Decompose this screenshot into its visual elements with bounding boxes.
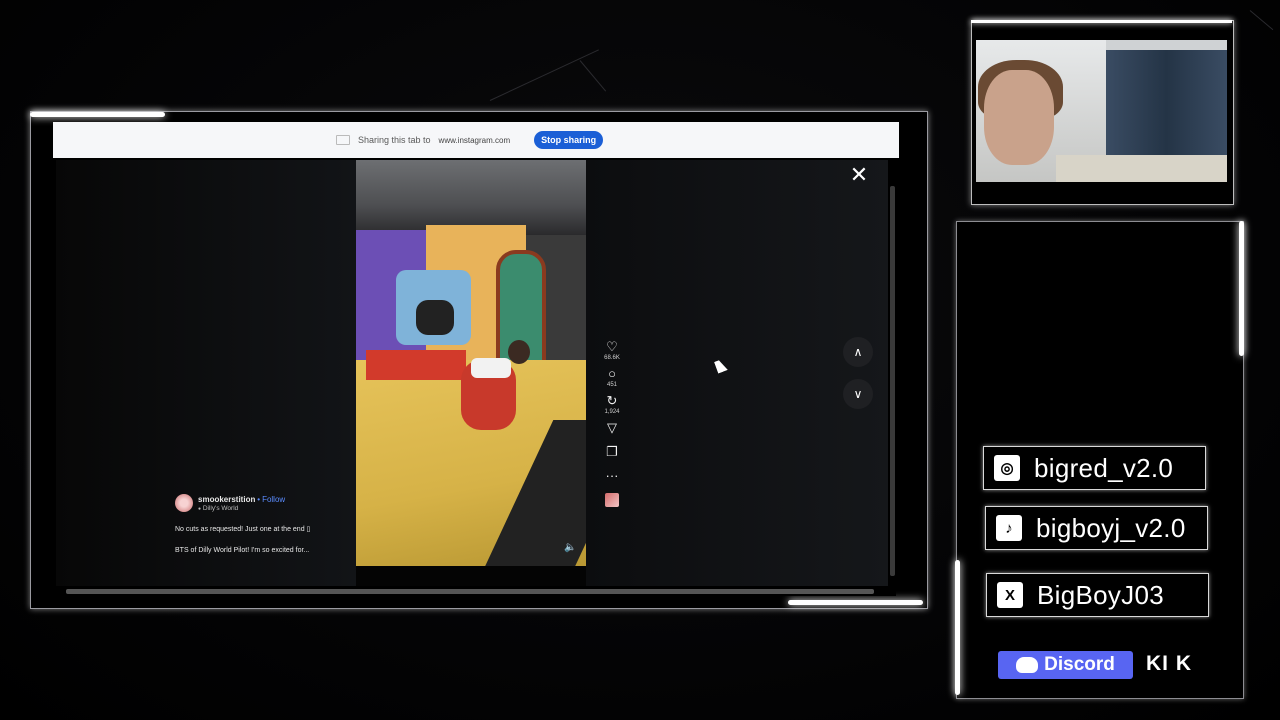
follow-button[interactable]: Follow [262,495,285,504]
background-line [489,49,599,101]
bookmark-icon[interactable]: ❐ [606,445,618,459]
background-line [579,60,607,92]
discord-label: Discord [1044,654,1115,675]
background-line [1249,10,1274,31]
previous-post-button[interactable]: ∧ [843,337,873,367]
video-set-prop [366,350,466,380]
heart-icon[interactable]: ♡ [606,340,618,354]
chevron-down-icon: ∨ [853,387,863,401]
post-meta: smookerstition • Follow ● Dilly's World … [175,494,350,561]
close-icon[interactable]: ✕ [848,164,870,186]
frame-glow-accent [30,112,165,117]
location-pin-icon: ● [198,505,202,512]
screen-share-icon [336,135,350,145]
audio-avatar[interactable] [605,493,619,507]
social-handle: bigboyj_v2.0 [1036,512,1186,543]
mute-icon[interactable]: 🔈 [564,542,576,553]
horizontal-scrollbar[interactable] [66,589,874,594]
repost-icon[interactable]: ↻ [607,394,618,408]
x-icon: X [997,582,1023,608]
tab-sharing-bar: Sharing this tab to www.instagram.com St… [53,122,899,158]
caption-line: No cuts as requested! Just one at the en… [175,526,311,533]
webcam-desk [1056,155,1227,182]
comment-count: 451 [606,382,617,388]
sharing-url: www.instagram.com [438,135,511,145]
video-set-prop [416,300,454,335]
frame-glow-accent [955,560,960,695]
sharing-text: Sharing this tab to [358,135,431,145]
separator-dot: • [257,494,261,504]
kik-logo: KI K [1146,652,1192,675]
more-options-icon[interactable]: ··· [606,469,619,483]
discord-badge: Discord [998,651,1133,679]
instagram-icon: ◎ [994,455,1020,481]
video-person [508,340,530,364]
stop-sharing-button[interactable]: Stop sharing [534,131,604,149]
right-backdrop [586,160,889,586]
webcam-person [984,70,1054,165]
video-ceiling [356,160,586,235]
reel-video[interactable]: 🔈 [356,160,586,566]
tiktok-handle: ♪ bigboyj_v2.0 [985,506,1208,550]
avatar[interactable] [175,494,193,512]
discord-icon [1016,657,1039,673]
post-location[interactable]: Dilly's World [203,505,238,512]
chevron-up-icon: ∧ [853,345,863,359]
video-person [471,358,511,378]
vertical-scrollbar[interactable] [890,186,895,576]
frame-glow-accent [788,600,923,605]
frame-glow-accent [971,20,1232,23]
frame-glow-accent [1239,221,1244,356]
repost-count: 1,924 [604,409,620,415]
social-handle: bigred_v2.0 [1034,452,1174,483]
post-username[interactable]: smookerstition [198,495,255,504]
share-icon[interactable]: ▽ [607,421,617,435]
reel-actions: ♡ 68.6K ○ 451 ↻ 1,924 ▽ ❐ ··· [600,340,624,513]
comment-icon[interactable]: ○ [608,367,616,381]
next-post-button[interactable]: ∨ [843,379,873,409]
caption-line[interactable]: BTS of Dilly World Pilot! I'm so excited… [175,540,350,561]
like-count: 68.6K [604,355,620,361]
social-handle: BigBoyJ03 [1037,579,1164,610]
x-handle: X BigBoyJ03 [986,573,1209,617]
webcam-feed [976,40,1227,182]
tiktok-icon: ♪ [996,515,1022,541]
instagram-handle: ◎ bigred_v2.0 [983,446,1206,490]
